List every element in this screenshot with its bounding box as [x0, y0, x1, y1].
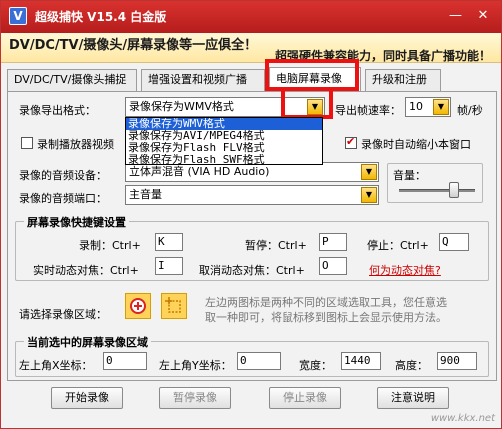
banner-line2: 超强硬件兼容能力，同时具备广播功能！: [274, 49, 491, 63]
dropdown-option[interactable]: 录像保存为Flash SWF格式: [126, 154, 322, 166]
crosshair-select-icon[interactable]: [125, 293, 151, 319]
app-window: V 超级捕快 V15.4 白金版 — ✕ DV/DC/TV/摄像头/屏幕录像等一…: [0, 0, 502, 429]
region-select-label: 请选择录像区域：: [19, 308, 107, 321]
frame-rate-label: 导出帧速率：: [335, 104, 401, 117]
width-label: 宽度：: [299, 359, 332, 372]
app-logo-icon: V: [9, 7, 27, 25]
start-recording-button[interactable]: 开始录像: [51, 387, 123, 409]
minimize-icon[interactable]: —: [446, 7, 466, 25]
focus-hotkey-input[interactable]: I: [155, 257, 183, 275]
chevron-down-icon[interactable]: ▼: [361, 164, 377, 180]
stop-hotkey-label: 停止：Ctrl+: [367, 239, 429, 252]
chevron-down-icon[interactable]: ▼: [361, 187, 377, 203]
pause-hotkey-label: 暂停：Ctrl+: [245, 239, 307, 252]
width-input[interactable]: 1440: [341, 352, 381, 370]
tab-upgrade-register[interactable]: 升级和注册: [365, 69, 441, 91]
height-label: 高度：: [395, 359, 428, 372]
auto-minimize-label: 录像时自动缩小本窗口: [361, 138, 471, 151]
tab-bar: DV/DC/TV/摄像头捕捉 增强设置和视频广播 电脑屏幕录像 升级和注册: [7, 67, 497, 91]
drag-rectangle-select-icon[interactable]: [161, 293, 187, 319]
y-coordinate-input[interactable]: 0: [237, 352, 281, 370]
region-hint-line2: 取一种即可，将鼠标移到图标上会显示使用方法。: [205, 311, 447, 324]
dropdown-option[interactable]: 录像保存为Flash FLV格式: [126, 142, 322, 154]
audio-port-select[interactable]: 主音量 ▼: [125, 185, 379, 205]
auto-minimize-checkbox[interactable]: [345, 135, 357, 149]
tab-enhanced-settings[interactable]: 增强设置和视频广播: [141, 69, 265, 91]
export-format-label: 录像导出格式：: [19, 104, 96, 117]
audio-device-label: 录像的音频设备：: [19, 169, 107, 182]
site-watermark: www.kkx.net: [430, 413, 495, 424]
close-icon[interactable]: ✕: [473, 7, 493, 25]
tab-screen-recording[interactable]: 电脑屏幕录像: [269, 67, 361, 91]
hotkey-group-title: 屏幕录像快捷键设置: [24, 214, 129, 230]
audio-port-label: 录像的音频端口：: [19, 192, 107, 205]
frame-rate-value: 10: [409, 100, 423, 113]
frame-rate-unit: 帧/秒: [457, 104, 483, 117]
export-format-dropdown[interactable]: 录像保存为WMV格式 录像保存为AVI/MPEG4格式 录像保存为Flash F…: [125, 117, 323, 166]
volume-slider-track[interactable]: [399, 189, 475, 192]
volume-label: 音量：: [393, 169, 426, 182]
record-hotkey-label: 录制：Ctrl+: [79, 239, 141, 252]
focus-hotkey-label: 实时动态对焦：Ctrl+: [33, 264, 139, 277]
dropdown-option[interactable]: 录像保存为WMV格式: [126, 118, 322, 130]
region-hint-line1: 左边两图标是两种不同的区域选取工具，您任意选: [205, 296, 447, 309]
focus-help-link[interactable]: 何为动态对焦?: [369, 262, 441, 278]
x-coordinate-input[interactable]: 0: [103, 352, 147, 370]
dropdown-option[interactable]: 录像保存为AVI/MPEG4格式: [126, 130, 322, 142]
current-region-title: 当前选中的屏幕录像区域: [24, 334, 151, 350]
audio-port-value: 主音量: [129, 188, 162, 201]
frame-rate-select[interactable]: 10 ▼: [405, 97, 451, 117]
help-button[interactable]: 注意说明: [377, 387, 449, 409]
stop-hotkey-input[interactable]: Q: [439, 233, 469, 251]
chevron-down-icon[interactable]: ▼: [307, 99, 323, 115]
height-input[interactable]: 900: [437, 352, 477, 370]
volume-slider-thumb[interactable]: [448, 182, 459, 198]
tab-dv-capture[interactable]: DV/DC/TV/摄像头捕捉: [7, 69, 137, 91]
banner-line1: DV/DC/TV/摄像头/屏幕录像等一应俱全！: [9, 38, 258, 53]
chevron-down-icon[interactable]: ▼: [433, 99, 449, 115]
pause-hotkey-input[interactable]: P: [319, 233, 347, 251]
window-title: 超级捕快 V15.4 白金版: [35, 10, 167, 24]
pause-recording-button[interactable]: 暂停录像: [159, 387, 231, 409]
x-coordinate-label: 左上角X坐标：: [19, 359, 93, 372]
stop-recording-button[interactable]: 停止录像: [269, 387, 341, 409]
record-hotkey-input[interactable]: K: [155, 233, 183, 251]
export-format-value: 录像保存为WMV格式: [129, 100, 234, 113]
export-format-select[interactable]: 录像保存为WMV格式 ▼: [125, 97, 325, 117]
title-bar[interactable]: V 超级捕快 V15.4 白金版 — ✕: [1, 1, 501, 33]
promo-banner: DV/DC/TV/摄像头/屏幕录像等一应俱全！ 超强硬件兼容能力，同时具备广播功…: [1, 33, 501, 63]
record-player-video-checkbox[interactable]: [21, 137, 33, 149]
cancel-focus-hotkey-label: 取消动态对焦：Ctrl+: [199, 264, 305, 277]
record-player-video-label: 录制播放器视频: [37, 138, 114, 151]
y-coordinate-label: 左上角Y坐标：: [159, 359, 232, 372]
cancel-focus-hotkey-input[interactable]: O: [319, 257, 347, 275]
audio-device-value: 立体声混音 (VIA HD Audio): [129, 165, 270, 178]
